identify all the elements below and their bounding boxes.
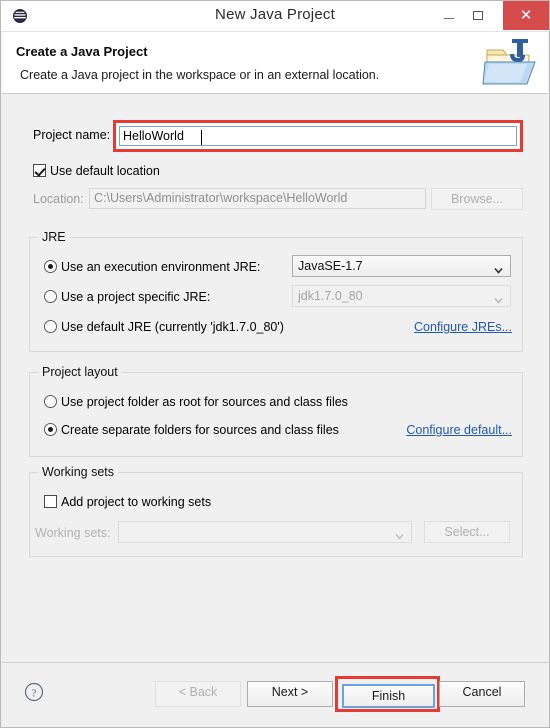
- project-name-row: Project name:: [1, 120, 549, 152]
- working-sets-select[interactable]: [118, 521, 412, 543]
- jre-group: JRE Use an execution environment JRE: Ja…: [29, 230, 523, 352]
- page-description: Create a Java project in the workspace o…: [20, 68, 380, 82]
- cancel-button[interactable]: Cancel: [439, 681, 525, 707]
- project-layout-group-title: Project layout: [38, 365, 122, 379]
- project-name-label: Project name:: [33, 128, 111, 142]
- svg-text:?: ?: [32, 688, 37, 700]
- dialog-body: Project name: Use default location Locat…: [1, 94, 549, 664]
- chevron-down-icon: [395, 527, 404, 540]
- java-project-folder-icon: [481, 36, 539, 90]
- back-button[interactable]: < Back: [155, 681, 241, 707]
- radio-separate-folders-label: Create separate folders for sources and …: [61, 423, 339, 437]
- dialog-button-bar: ? < Back Next > Finish Cancel: [2, 662, 548, 726]
- maximize-icon: [472, 11, 483, 20]
- chevron-down-icon: [494, 291, 503, 304]
- working-sets-group-title: Working sets: [38, 465, 119, 479]
- radio-project-folder-root-label: Use project folder as root for sources a…: [61, 395, 348, 409]
- radio-icon: [44, 423, 57, 436]
- new-java-project-dialog: New Java Project ✕ Create a Java Project…: [0, 0, 550, 728]
- project-name-highlight: [113, 120, 523, 152]
- use-default-location-checkbox[interactable]: Use default location: [33, 164, 160, 178]
- close-button[interactable]: ✕: [503, 1, 549, 30]
- radio-project-specific-jre[interactable]: Use a project specific JRE:: [44, 290, 210, 304]
- finish-button-highlight: Finish: [335, 676, 440, 712]
- text-caret: [201, 130, 202, 145]
- select-working-sets-button[interactable]: Select...: [424, 521, 510, 543]
- page-title: Create a Java Project: [16, 44, 148, 59]
- location-label: Location:: [33, 192, 84, 206]
- jre-group-title: JRE: [38, 230, 70, 244]
- add-to-working-sets-label: Add project to working sets: [61, 495, 212, 509]
- project-layout-group: Project layout Use project folder as roo…: [29, 365, 523, 457]
- browse-button[interactable]: Browse...: [431, 188, 523, 210]
- use-default-location-label: Use default location: [50, 164, 160, 178]
- radio-project-specific-jre-label: Use a project specific JRE:: [61, 290, 211, 304]
- finish-button[interactable]: Finish: [342, 684, 435, 708]
- project-name-input[interactable]: [119, 126, 517, 146]
- add-to-working-sets-checkbox[interactable]: Add project to working sets: [44, 495, 211, 509]
- radio-execution-environment-jre-label: Use an execution environment JRE:: [61, 260, 261, 274]
- execution-environment-value: JavaSE-1.7: [298, 259, 363, 273]
- radio-icon: [44, 395, 57, 408]
- help-icon[interactable]: ?: [24, 682, 44, 702]
- checkbox-icon: [33, 164, 46, 177]
- chevron-down-icon: [494, 261, 503, 274]
- radio-default-jre-label: Use default JRE (currently 'jdk1.7.0_80'…: [61, 320, 284, 334]
- configure-jres-link[interactable]: Configure JREs...: [414, 320, 512, 334]
- checkbox-icon: [44, 495, 57, 508]
- working-sets-label: Working sets:: [35, 526, 111, 540]
- project-specific-jre-value: jdk1.7.0_80: [298, 289, 363, 303]
- radio-separate-folders[interactable]: Create separate folders for sources and …: [44, 423, 339, 437]
- radio-project-folder-root[interactable]: Use project folder as root for sources a…: [44, 395, 348, 409]
- maximize-button[interactable]: [463, 1, 492, 30]
- radio-execution-environment-jre[interactable]: Use an execution environment JRE:: [44, 260, 260, 274]
- radio-icon: [44, 290, 57, 303]
- radio-icon: [44, 320, 57, 333]
- project-specific-jre-select[interactable]: jdk1.7.0_80: [292, 285, 511, 307]
- next-button[interactable]: Next >: [247, 681, 333, 707]
- title-bar: New Java Project ✕: [1, 1, 549, 32]
- radio-default-jre[interactable]: Use default JRE (currently 'jdk1.7.0_80'…: [44, 320, 284, 334]
- working-sets-group: Working sets Add project to working sets…: [29, 465, 523, 557]
- close-icon: ✕: [519, 7, 533, 24]
- radio-icon: [44, 260, 57, 273]
- execution-environment-select[interactable]: JavaSE-1.7: [292, 255, 511, 277]
- minimize-icon: [443, 18, 454, 19]
- location-input[interactable]: C:\Users\Administrator\workspace\HelloWo…: [89, 188, 426, 209]
- dialog-header: Create a Java Project Create a Java proj…: [2, 32, 548, 94]
- configure-default-link[interactable]: Configure default...: [406, 423, 512, 437]
- minimize-button[interactable]: [434, 1, 463, 30]
